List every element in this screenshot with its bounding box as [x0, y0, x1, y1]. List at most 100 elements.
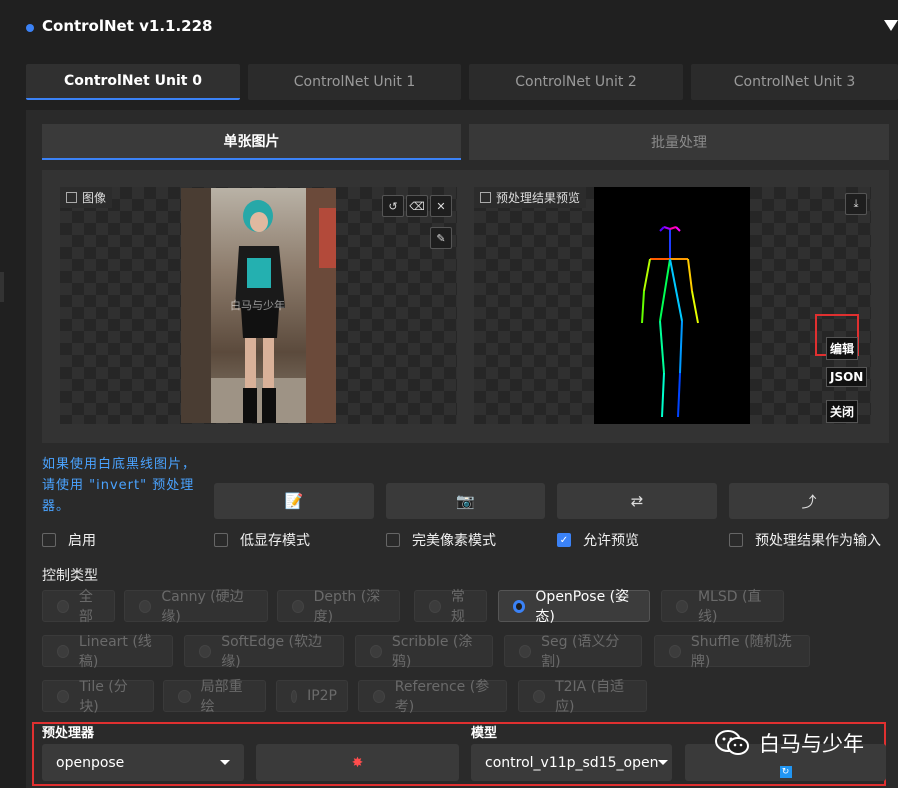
checkbox-low-vram[interactable]: 低显存模式 — [214, 530, 310, 550]
photo-watermark: 白马与少年 — [230, 299, 285, 312]
checkbox-allow-preview[interactable]: ✓ 允许预览 — [557, 530, 639, 550]
radio-shuffle[interactable]: Shuffle (随机洗牌) — [654, 634, 810, 670]
checkbox-preprocessor-as-input[interactable]: 预处理结果作为输入 — [729, 530, 881, 550]
radio-circle — [57, 644, 69, 658]
checkbox-box[interactable] — [214, 533, 228, 547]
pose-preview — [594, 187, 750, 424]
checkbox-box-checked[interactable]: ✓ — [557, 533, 571, 547]
tab-unit-0[interactable]: ControlNet Unit 0 — [26, 64, 240, 100]
radio-mlsd[interactable]: MLSD (直线) — [661, 589, 784, 625]
tab-single-image[interactable]: 单张图片 — [42, 124, 461, 160]
radio-scribble[interactable]: Scribble (涂鸦) — [355, 634, 493, 670]
radio-lineart[interactable]: Lineart (线稿) — [42, 634, 173, 670]
download-icon[interactable]: ⤓ — [845, 193, 867, 215]
preprocessor-value: openpose — [56, 754, 125, 771]
radio-depth[interactable]: Depth (深度) — [277, 589, 400, 625]
tab-unit-1[interactable]: ControlNet Unit 1 — [248, 64, 461, 100]
model-label: 模型 — [471, 726, 498, 741]
radio-label: 局部重绘 — [200, 679, 243, 715]
radio-canny[interactable]: Canny (硬边缘) — [124, 589, 268, 625]
watermark-text: 白马与少年 — [759, 732, 864, 756]
radio-seg[interactable]: Seg (语义分割) — [504, 634, 642, 670]
image-box-label-text: 图像 — [82, 191, 107, 205]
preprocessor-select[interactable]: openpose — [42, 744, 244, 781]
preview-box-label: 预处理结果预览 — [474, 187, 587, 208]
document-icon: 📝 — [284, 492, 304, 510]
radio-label: Depth (深度) — [313, 589, 381, 625]
radio-normal[interactable]: 常规 — [414, 589, 487, 625]
checkbox-pixel-perfect[interactable]: 完美像素模式 — [386, 530, 496, 550]
checkbox-box[interactable] — [729, 533, 743, 547]
radio-t2ia[interactable]: T2IA (自适应) — [518, 679, 647, 715]
radio-label: MLSD (直线) — [697, 589, 762, 625]
radio-circle — [676, 599, 688, 613]
brush-icon[interactable]: ✎ — [430, 227, 452, 249]
send-dimensions-button[interactable]: ⤴ — [729, 483, 889, 519]
collapse-triangle-icon[interactable] — [884, 20, 898, 31]
radio-softedge[interactable]: SoftEdge (软边缘) — [184, 634, 344, 670]
wechat-icon — [715, 730, 749, 755]
model-select[interactable]: control_v11p_sd15_open — [471, 744, 672, 781]
preview-box: 预处理结果预览 ⤓ 编辑 JSON 关闭 — [474, 187, 871, 424]
radio-label: Seg (语义分割) — [541, 634, 620, 670]
radio-label: 全部 — [78, 589, 93, 625]
close-icon[interactable]: ✕ — [430, 195, 452, 217]
radio-inpaint[interactable]: 局部重绘 — [163, 679, 266, 715]
radio-label: Lineart (线稿) — [78, 634, 152, 670]
swap-icon: ⇄ — [630, 492, 644, 510]
radio-circle — [669, 644, 681, 658]
tab-unit-2[interactable]: ControlNet Unit 2 — [469, 64, 683, 100]
control-type-label: 控制类型 — [42, 568, 98, 584]
controlnet-header[interactable]: ControlNet v1.1.228 — [0, 0, 898, 56]
radio-label: T2IA (自适应) — [555, 679, 625, 715]
explosion-icon: ✸ — [351, 754, 364, 771]
radio-label: Canny (硬边缘) — [161, 589, 244, 625]
radio-reference[interactable]: Reference (参考) — [358, 679, 507, 715]
radio-label: Shuffle (随机洗牌) — [690, 634, 792, 670]
radio-label: SoftEdge (软边缘) — [221, 634, 322, 670]
radio-label: 常规 — [450, 589, 465, 625]
checkbox-label: 完美像素模式 — [412, 533, 496, 549]
radio-circle — [533, 689, 546, 703]
radio-all[interactable]: 全部 — [42, 589, 115, 625]
wechat-watermark: 白马与少年 — [715, 728, 864, 758]
edit-button[interactable]: 编辑 — [826, 337, 859, 360]
swap-button[interactable]: ⇄ — [557, 483, 717, 519]
radio-circle — [57, 689, 70, 703]
image-icon — [480, 192, 491, 203]
image-input-box[interactable]: 白马与少年 图像 ↺ ⌫ ✕ ✎ — [60, 187, 457, 424]
chevron-down-icon — [658, 760, 669, 765]
checkbox-box[interactable] — [42, 533, 56, 547]
undo-icon[interactable]: ↺ — [382, 195, 404, 217]
radio-circle — [370, 644, 382, 658]
checkbox-label: 启用 — [68, 533, 96, 549]
radio-openpose[interactable]: OpenPose (姿态) — [498, 589, 650, 625]
checkbox-label: 预处理结果作为输入 — [755, 533, 881, 549]
radio-circle — [519, 644, 532, 658]
radio-circle — [199, 644, 212, 658]
checkbox-box[interactable] — [386, 533, 400, 547]
tab-unit-3[interactable]: ControlNet Unit 3 — [691, 64, 898, 100]
run-preprocessor-button[interactable]: ✸ — [256, 744, 459, 781]
eraser-icon[interactable]: ⌫ — [406, 195, 428, 217]
radio-circle — [292, 599, 304, 613]
image-box-label: 图像 — [60, 187, 113, 208]
radio-tile[interactable]: Tile (分块) — [42, 679, 154, 715]
new-canvas-button[interactable]: 📝 — [214, 483, 374, 519]
radio-circle — [291, 689, 298, 703]
model-value: control_v11p_sd15_open — [485, 754, 659, 771]
radio-ip2p[interactable]: IP2P — [276, 680, 348, 712]
close-preview-button[interactable]: 关闭 — [826, 400, 859, 423]
tab-batch[interactable]: 批量处理 — [469, 124, 889, 160]
webcam-button[interactable]: 📷 — [386, 483, 545, 519]
radio-circle — [139, 599, 152, 613]
radio-label: OpenPose (姿态) — [535, 589, 630, 625]
radio-label: IP2P — [307, 688, 337, 704]
arrow-up-right-icon: ⤴ — [801, 492, 817, 511]
checkbox-enable[interactable]: 启用 — [42, 530, 96, 550]
json-button[interactable]: JSON — [826, 367, 868, 387]
radio-circle — [429, 599, 441, 613]
checkbox-label: 低显存模式 — [240, 533, 310, 549]
radio-circle — [57, 599, 69, 613]
radio-label: Tile (分块) — [79, 679, 128, 715]
